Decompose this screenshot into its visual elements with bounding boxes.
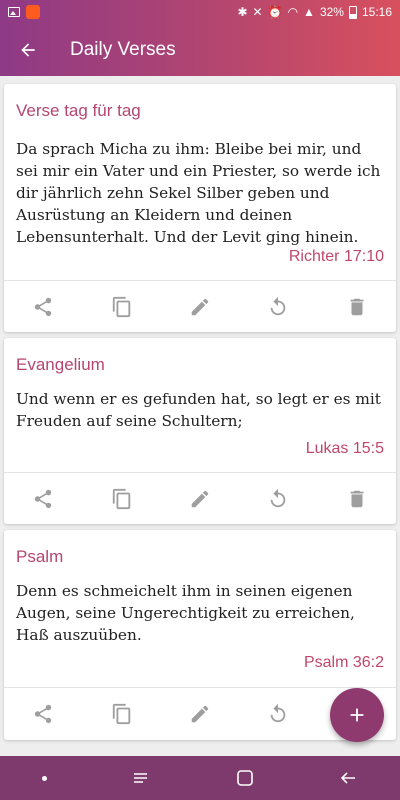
share-icon: [32, 296, 54, 318]
add-icon: [350, 708, 364, 722]
copy-icon: [111, 488, 133, 510]
back-button[interactable]: [0, 24, 56, 76]
bluetooth-icon: ✱: [237, 5, 248, 19]
edit-icon: [189, 296, 211, 318]
verse-card: Verse tag für tag Da sprach Micha zu ihm…: [4, 84, 396, 332]
home-icon[interactable]: [236, 769, 254, 787]
verse-text: Denn es schmeichelt ihm in seinen eigene…: [16, 582, 355, 644]
share-button[interactable]: [4, 281, 82, 333]
verse-reference[interactable]: Psalm 36:2: [304, 654, 384, 672]
delete-button[interactable]: [318, 473, 396, 525]
add-verse-button[interactable]: [330, 688, 384, 742]
delete-button[interactable]: [318, 281, 396, 333]
refresh-button[interactable]: [239, 473, 317, 525]
verse-text: Da sprach Micha zu ihm: Bleibe bei mir, …: [16, 140, 381, 246]
share-icon: [32, 488, 54, 510]
edit-button[interactable]: [161, 688, 239, 740]
refresh-icon: [267, 488, 289, 510]
refresh-icon: [267, 703, 289, 725]
card-actions: [4, 473, 396, 525]
edit-button[interactable]: [161, 281, 239, 333]
refresh-icon: [267, 296, 289, 318]
share-icon: [32, 703, 54, 725]
copy-icon: [111, 296, 133, 318]
alarm-icon: ⏰: [267, 5, 283, 19]
page-title: Daily Verses: [70, 39, 176, 60]
mute-icon: ✕: [252, 5, 263, 19]
delete-icon: [346, 296, 368, 318]
refresh-button[interactable]: [239, 688, 317, 740]
arrow-back-icon: [21, 43, 35, 57]
app-bar: Daily Verses: [0, 24, 400, 76]
battery-icon: [348, 5, 357, 19]
edit-icon: [189, 703, 211, 725]
card-title: Verse tag für tag: [16, 101, 141, 120]
clock: 15:16: [361, 5, 392, 19]
wifi-icon: ◠: [287, 5, 299, 19]
battery-percent: 32%: [319, 5, 344, 19]
app-notification-icon: [26, 5, 40, 19]
edit-button[interactable]: [161, 473, 239, 525]
gallery-notification-icon: [8, 7, 20, 17]
verse-reference[interactable]: Lukas 15:5: [306, 440, 384, 458]
verse-card: Evangelium Und wenn er es gefunden hat, …: [4, 338, 396, 524]
share-button[interactable]: [4, 688, 82, 740]
status-bar: ✱ ✕ ⏰ ◠ ▲ 32% 15:16: [0, 0, 400, 24]
verse-text: Und wenn er es gefunden hat, so legt er …: [16, 390, 381, 430]
card-title: Psalm: [16, 547, 64, 566]
verse-reference[interactable]: Richter 17:10: [289, 248, 384, 266]
card-actions: [4, 281, 396, 333]
copy-button[interactable]: [82, 688, 160, 740]
share-button[interactable]: [4, 473, 82, 525]
copy-button[interactable]: [82, 473, 160, 525]
signal-icon: ▲: [303, 5, 315, 19]
delete-icon: [346, 488, 368, 510]
system-nav-bar: [0, 756, 400, 800]
card-title: Evangelium: [16, 355, 105, 374]
verse-list[interactable]: Verse tag für tag Da sprach Micha zu ihm…: [0, 76, 400, 756]
edit-icon: [189, 488, 211, 510]
copy-icon: [111, 703, 133, 725]
copy-button[interactable]: [82, 281, 160, 333]
nav-back-icon[interactable]: [338, 770, 358, 786]
refresh-button[interactable]: [239, 281, 317, 333]
nav-dot-indicator: [42, 775, 48, 781]
recents-icon[interactable]: [131, 770, 151, 786]
